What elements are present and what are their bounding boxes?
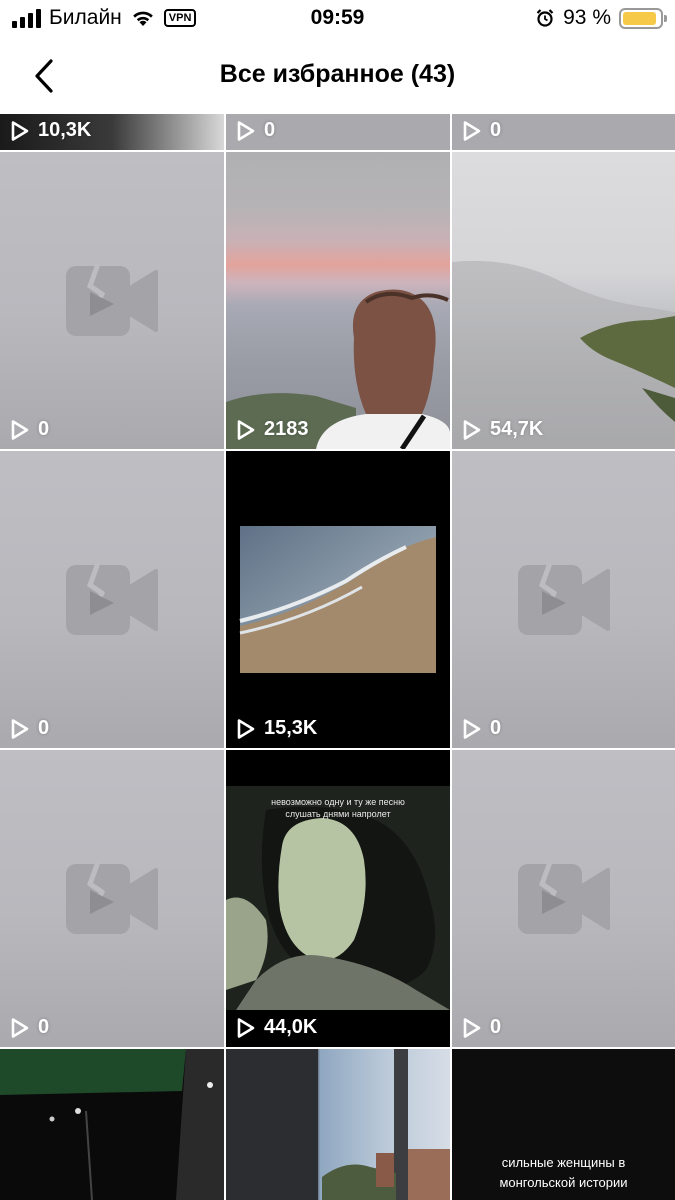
- video-tile[interactable]: 15,3K: [226, 451, 450, 748]
- broken-video-icon: [66, 263, 158, 336]
- video-tile[interactable]: 0: [226, 114, 450, 150]
- video-tile[interactable]: 2183: [226, 152, 450, 449]
- play-icon: [11, 1017, 29, 1038]
- broken-video-icon: [517, 562, 610, 635]
- play-icon: [237, 419, 255, 440]
- play-count: 54,7K: [462, 418, 543, 441]
- video-tile[interactable]: невозможно одну и ту же песню слушать дн…: [226, 750, 450, 1047]
- video-tile[interactable]: 0: [452, 451, 675, 748]
- play-icon: [11, 419, 29, 440]
- status-bar: Билайн VPN 09:59 93 %: [0, 0, 675, 40]
- play-count: 0: [10, 717, 49, 740]
- video-tile[interactable]: 54,7K: [452, 152, 675, 449]
- video-thumbnail: [226, 1049, 450, 1200]
- battery-icon: [619, 7, 667, 29]
- play-icon: [237, 1017, 255, 1038]
- video-thumbnail: [452, 260, 675, 449]
- play-count: 0: [10, 418, 49, 441]
- broken-video-icon: [517, 861, 610, 934]
- play-count: 0: [462, 1016, 501, 1039]
- video-tile[interactable]: [226, 1049, 450, 1200]
- video-tile[interactable]: 0: [0, 451, 224, 748]
- video-thumbnail: [0, 1049, 224, 1200]
- play-count: 0: [236, 119, 275, 142]
- video-caption: сильные женщины в монгольской истории: [499, 1155, 628, 1190]
- play-count: 0: [10, 1016, 49, 1039]
- broken-video-icon: [66, 861, 158, 934]
- play-icon: [463, 419, 481, 440]
- video-caption: невозможно одну и ту же песню слушать дн…: [271, 797, 405, 819]
- play-count: 44,0K: [236, 1016, 317, 1039]
- video-tile[interactable]: 0: [452, 750, 675, 1047]
- video-tile[interactable]: 0: [452, 114, 675, 150]
- play-count: 0: [462, 717, 501, 740]
- broken-video-icon: [66, 562, 158, 635]
- battery-percent: 93 %: [563, 6, 611, 29]
- video-tile[interactable]: 0: [0, 152, 224, 449]
- status-right: 93 %: [535, 6, 667, 30]
- video-thumbnail: [226, 786, 450, 1010]
- play-icon: [237, 718, 255, 739]
- page-title: Все избранное (43): [219, 60, 456, 88]
- play-icon: [11, 120, 29, 141]
- play-icon: [463, 1017, 481, 1038]
- alarm-icon: [536, 9, 554, 27]
- play-count: 0: [462, 119, 501, 142]
- video-thumbnail: [239, 526, 436, 673]
- video-tile[interactable]: 0: [0, 750, 224, 1047]
- video-thumbnail: [226, 289, 450, 449]
- video-tile[interactable]: 10,3K: [0, 114, 224, 150]
- battery-level: [623, 11, 657, 25]
- video-tile[interactable]: сильные женщины в монгольской истории: [452, 1049, 675, 1200]
- play-icon: [463, 718, 481, 739]
- play-count: 10,3K: [10, 119, 91, 142]
- favorites-grid: 10,3K 0 0 0 2183 54,7K 0 15,3K 0 0 невоз…: [0, 114, 675, 1200]
- play-count: 2183: [236, 418, 309, 441]
- play-icon: [237, 120, 255, 141]
- play-icon: [11, 718, 29, 739]
- play-count: 15,3K: [236, 717, 317, 740]
- video-tile[interactable]: [0, 1049, 224, 1200]
- play-icon: [463, 120, 481, 141]
- nav-header: Все избранное (43): [0, 40, 675, 114]
